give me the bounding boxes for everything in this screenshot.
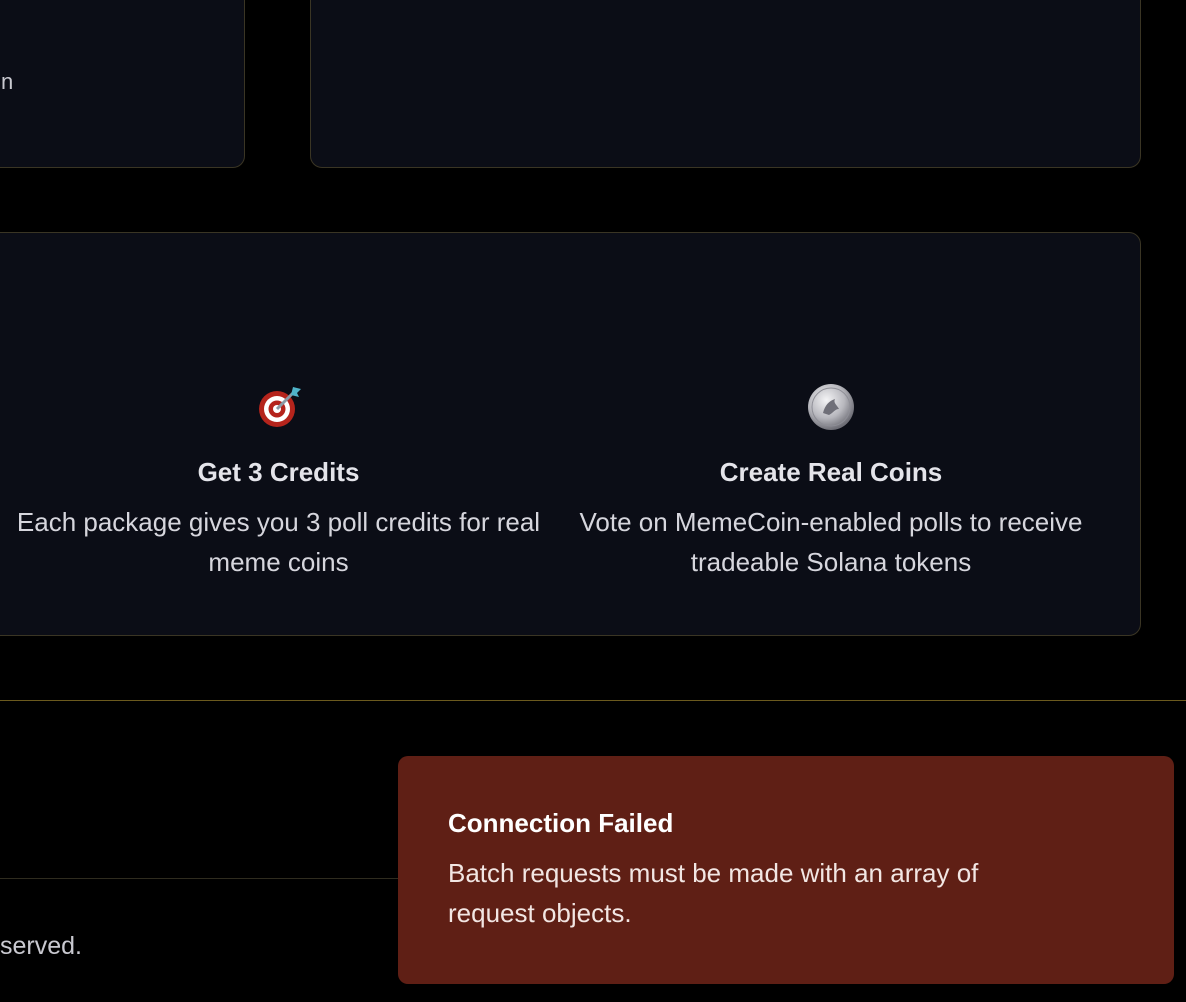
- feature-coins-title: Create Real Coins: [719, 457, 943, 487]
- toast-message: Batch requests must be made with an arra…: [448, 858, 979, 928]
- feature-credits-title: Get 3 Credits: [197, 457, 360, 487]
- info-card-right: [310, 0, 1141, 168]
- info-card-left: n: [0, 0, 245, 168]
- info-card-text: n: [1, 69, 14, 94]
- page: n Get 3 Credits Each package gives you 3…: [0, 0, 1186, 1002]
- feature-credits-description: Each package gives you 3 poll credits fo…: [16, 507, 541, 577]
- feature-coins-description: Vote on MemeCoin-enabled polls to receiv…: [579, 507, 1083, 577]
- features-card: Get 3 Credits Each package gives you 3 p…: [0, 232, 1141, 636]
- footer-divider: [0, 700, 1186, 701]
- feature-credits: Get 3 Credits Each package gives you 3 p…: [11, 383, 546, 582]
- feature-coins: Create Real Coins Vote on MemeCoin-enabl…: [566, 383, 1096, 582]
- copyright-text: served.: [0, 932, 82, 960]
- coin-icon: [808, 384, 854, 430]
- footer-inner-divider: [0, 878, 420, 879]
- toast-title: Connection Failed: [448, 808, 674, 838]
- error-toast[interactable]: Connection Failed Batch requests must be…: [398, 756, 1174, 984]
- dart-target-icon: [258, 387, 301, 427]
